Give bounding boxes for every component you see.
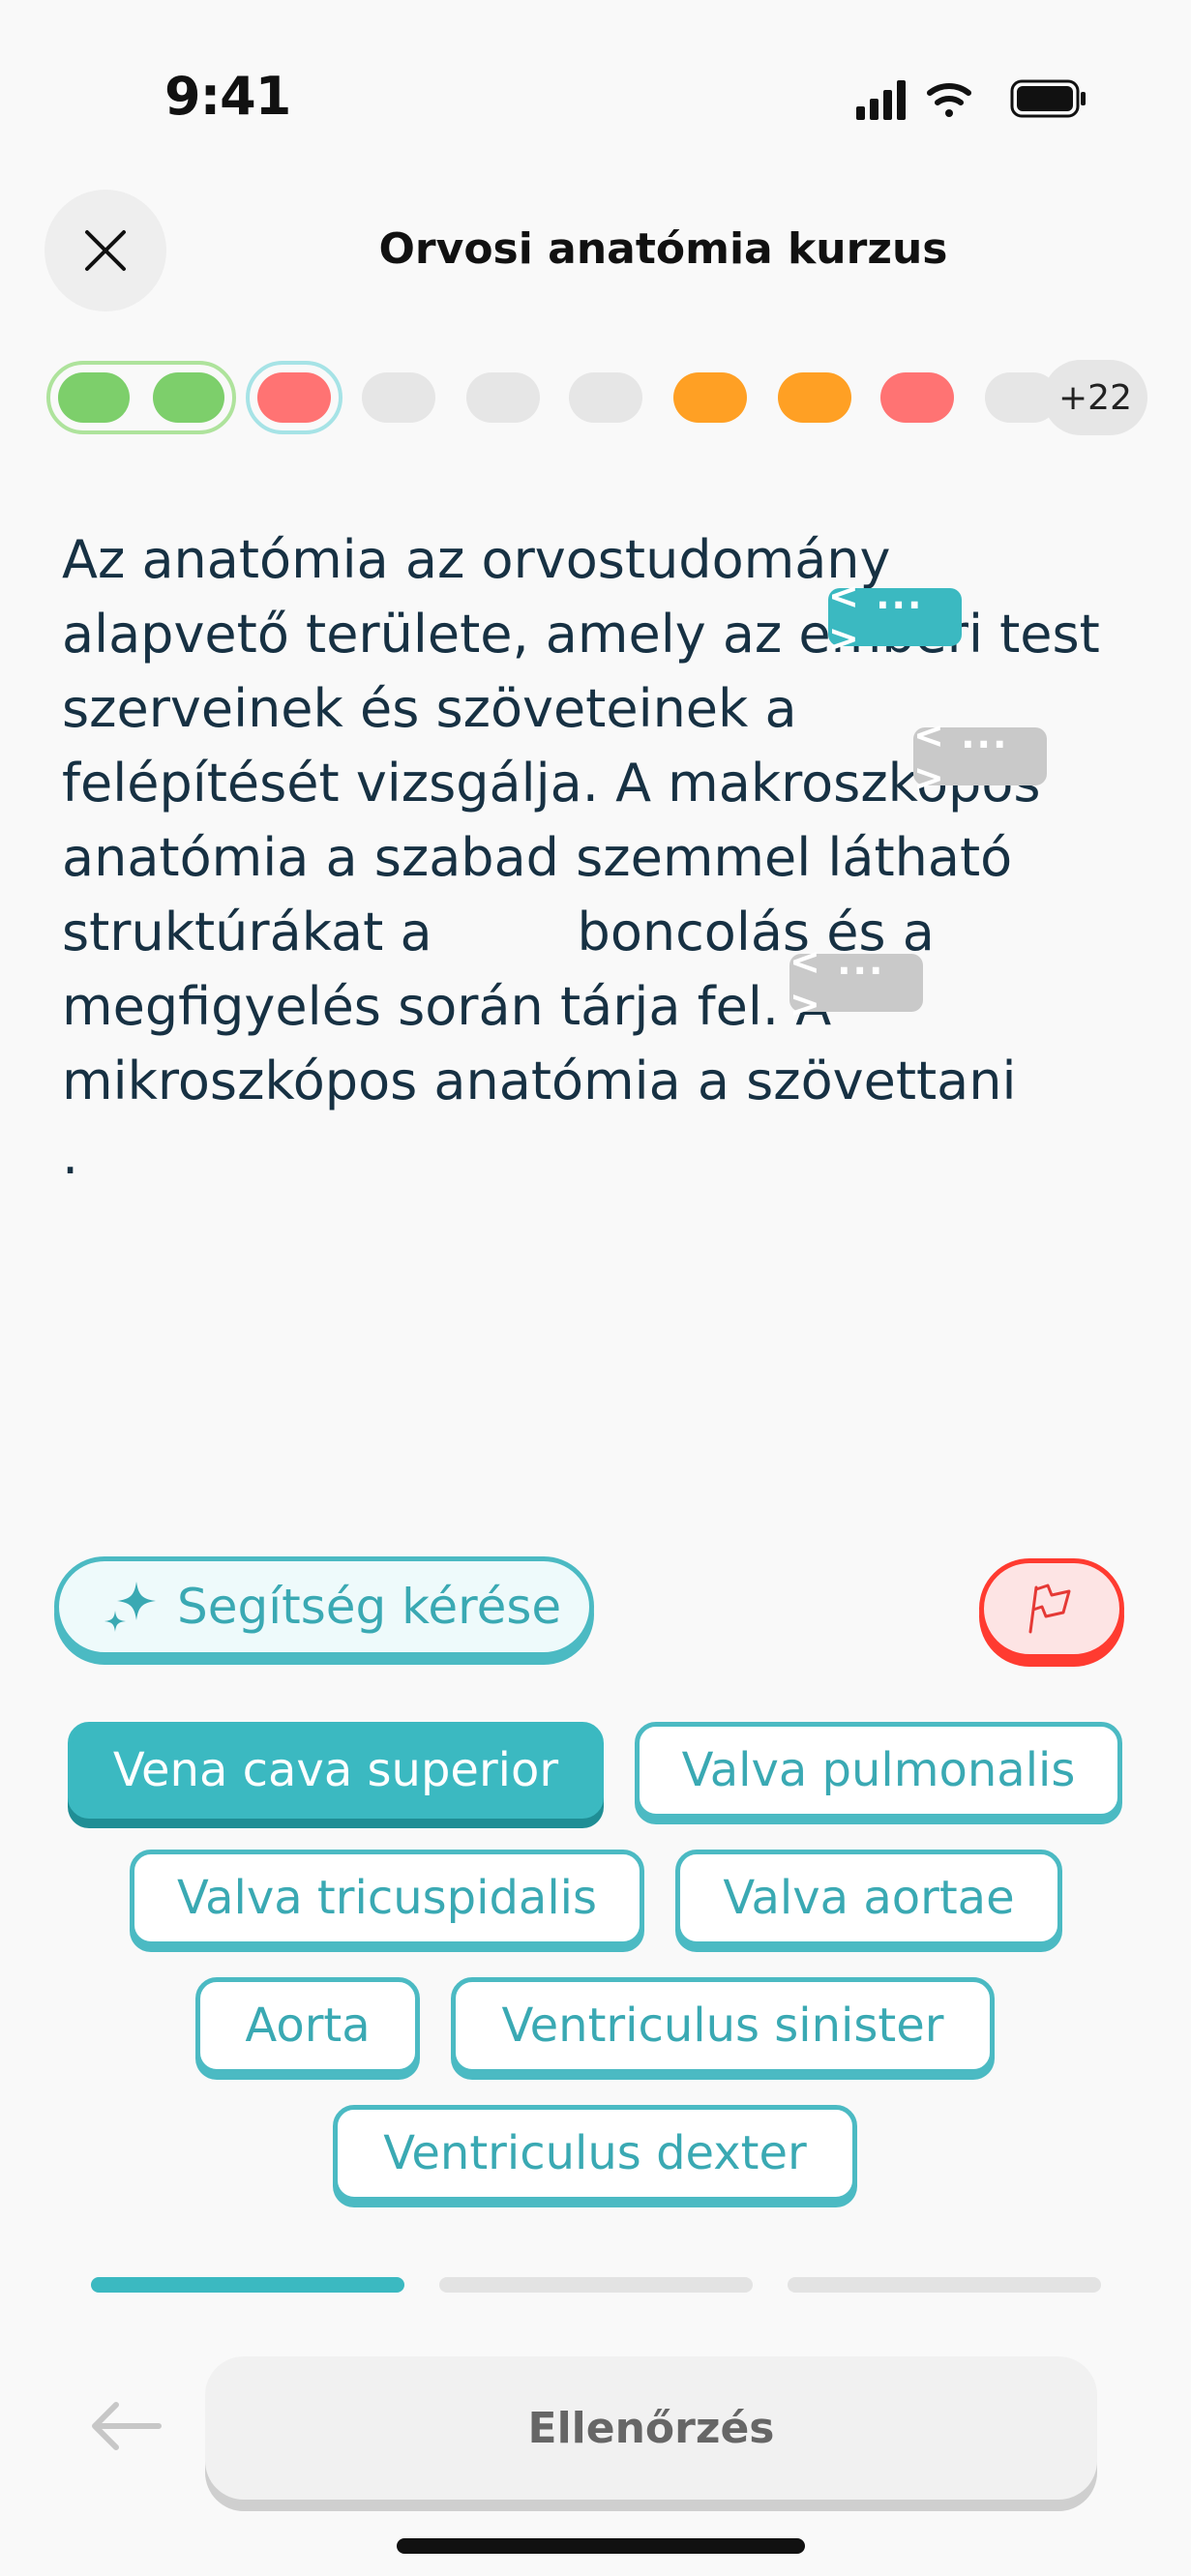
word-chip[interactable]: Valva pulmonalis [635, 1722, 1122, 1819]
word-chip[interactable]: Ventriculus dexter [333, 2105, 857, 2202]
progress-pill-3[interactable] [257, 372, 331, 423]
blank-slot-1[interactable]: < ... > [828, 575, 962, 660]
progress-pill-9[interactable] [880, 372, 954, 423]
page-title: Orvosi anatómia kurzus [378, 224, 948, 274]
blank-gap[interactable] [432, 949, 578, 950]
passage-line: . [62, 1125, 79, 1186]
progress-pill-8[interactable] [778, 372, 851, 423]
passage-line: mikroszkópos anatómia a szövettani [62, 1051, 1017, 1111]
passage-line: struktúrákat a boncolás és a [62, 895, 1136, 969]
word-chip[interactable]: Aorta [195, 1977, 420, 2074]
passage-line: anatómia a szabad szemmel látható [62, 827, 1013, 888]
progress-pill-7[interactable] [673, 372, 747, 423]
passage-line: megfigyelés során tárja fel. A [62, 976, 832, 1037]
step-segment-active [91, 2277, 404, 2293]
blank-slot-3[interactable]: < ... > [789, 940, 923, 1025]
progress-pill-1[interactable] [58, 372, 130, 423]
progress-pill-4[interactable] [362, 372, 435, 423]
status-icons [856, 79, 1086, 120]
word-chip[interactable]: Vena cava superior [68, 1722, 604, 1819]
progress-pill-5[interactable] [466, 372, 540, 423]
sparkle-icon [104, 1582, 156, 1632]
status-time: 9:41 [164, 66, 291, 127]
battery-icon [1010, 79, 1086, 118]
word-chip[interactable]: Valva tricuspidalis [130, 1850, 644, 1946]
flag-icon [1028, 1584, 1071, 1634]
wifi-icon [927, 82, 971, 117]
passage-line: alapvető területe, amely az emberi test [62, 604, 1100, 665]
blank-slot-2[interactable]: < ... > [913, 714, 1047, 799]
home-indicator [397, 2538, 805, 2554]
check-button[interactable]: Ellenőrzés [205, 2356, 1097, 2500]
passage-text: Az anatómia az orvostudomány alapvető te… [62, 522, 1136, 1193]
progress-pill-6[interactable] [569, 372, 642, 423]
word-chip[interactable]: Ventriculus sinister [451, 1977, 995, 2074]
help-button-label: Segítség kérése [177, 1579, 562, 1635]
step-segment [439, 2277, 753, 2293]
help-button[interactable]: Segítség kérése [54, 1556, 594, 1657]
step-segment [788, 2277, 1101, 2293]
word-chip[interactable]: Valva aortae [675, 1850, 1062, 1946]
signal-icon [856, 80, 906, 120]
report-button[interactable] [979, 1558, 1124, 1659]
back-arrow-icon[interactable] [87, 2397, 164, 2455]
passage-line: Az anatómia az orvostudomány [62, 529, 891, 590]
progress-pill-2[interactable] [153, 372, 224, 423]
more-questions-badge[interactable]: +22 [1043, 360, 1147, 435]
passage-fragment: struktúrákat a [62, 902, 432, 962]
